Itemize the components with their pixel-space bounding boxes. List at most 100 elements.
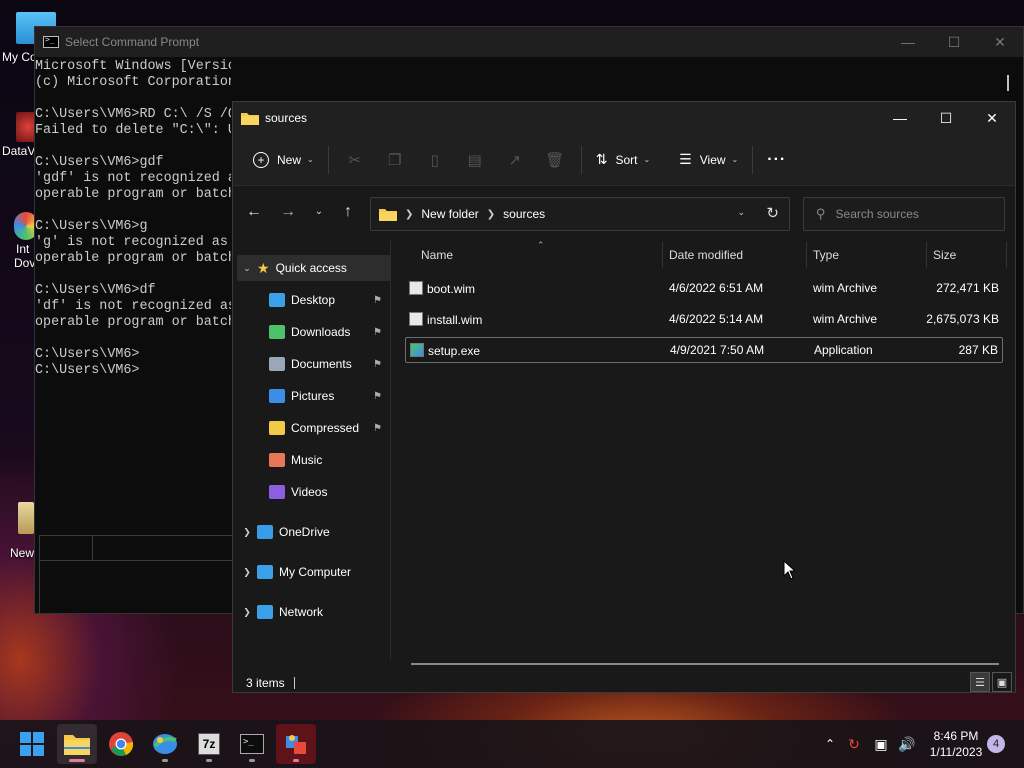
view-icon: ☰: [679, 151, 692, 167]
sort-button[interactable]: ⇅ Sort ⌄: [588, 144, 658, 176]
file-date-cell: 4/6/2022 6:51 AM: [669, 281, 764, 295]
navigation-pane: ⌄ ★ Quick access Desktop ⚑ Downloads ⚑ Docum…: [233, 240, 391, 660]
sidebar-item-label: Documents: [291, 357, 352, 371]
column-divider[interactable]: [926, 242, 927, 268]
column-divider[interactable]: [1006, 242, 1007, 268]
scrollbar-thumb[interactable]: [1007, 75, 1009, 91]
chevron-right-icon[interactable]: ❯: [237, 607, 257, 618]
breadcrumb-new-folder[interactable]: New folder: [421, 207, 478, 221]
notification-badge[interactable]: 4: [987, 735, 1005, 753]
volume-icon[interactable]: 🔊: [894, 736, 920, 753]
console-line: operable program or batch: [35, 315, 231, 330]
sidebar-item-quick-access[interactable]: ⌄ ★ Quick access: [237, 255, 391, 281]
column-divider[interactable]: [662, 242, 663, 268]
chevron-right-icon[interactable]: ❯: [237, 527, 257, 538]
horizontal-scrollbar[interactable]: [411, 663, 999, 665]
up-button[interactable]: ↑: [336, 203, 360, 225]
file-type-cell: wim Archive: [813, 312, 878, 326]
sidebar-item-label: My Computer: [279, 565, 352, 579]
sync-icon[interactable]: ↻: [840, 736, 868, 753]
new-label: New: [277, 152, 302, 167]
file-row[interactable]: setup.exe 4/9/2021 7:50 AM Application 287 …: [405, 337, 1003, 363]
console-line: C:\Users\VM6>g: [35, 219, 148, 234]
sidebar-item-documents[interactable]: Documents ⚑: [269, 351, 382, 377]
minimize-button[interactable]: —: [885, 27, 931, 57]
chevron-down-icon[interactable]: ⌄: [237, 263, 257, 274]
new-button[interactable]: + New ⌄: [245, 144, 322, 176]
paste-icon[interactable]: ▯: [415, 144, 455, 176]
7zip-icon: 7z: [198, 733, 220, 755]
tiles-view-button[interactable]: ▣: [992, 672, 1012, 692]
column-header-size[interactable]: Size: [933, 240, 956, 270]
console-output[interactable]: Microsoft Windows [Version 10.0.22000.10…: [35, 59, 231, 607]
running-indicator: [162, 759, 168, 762]
start-button[interactable]: [12, 724, 52, 764]
close-button[interactable]: ✕: [969, 102, 1015, 134]
column-header-name[interactable]: Name: [421, 240, 453, 270]
share-icon[interactable]: ↗: [495, 144, 535, 176]
sidebar-item-pictures[interactable]: Pictures ⚑: [269, 383, 382, 409]
sidebar-item-music[interactable]: Music: [269, 447, 322, 473]
cut-icon[interactable]: ✂: [335, 144, 375, 176]
sidebar-item-network[interactable]: ❯ Network: [237, 599, 323, 625]
console-line: 'df' is not recognized as: [35, 299, 231, 314]
sidebar-item-my-computer[interactable]: ❯ My Computer: [237, 559, 351, 585]
column-divider[interactable]: [806, 242, 807, 268]
file-list: Name ⌃ Date modified Type Size boot.wim 4…: [403, 240, 1011, 660]
address-dropdown-icon[interactable]: ⌄: [737, 207, 745, 218]
sidebar-item-desktop[interactable]: Desktop ⚑: [269, 287, 382, 313]
file-row[interactable]: install.wim 4/6/2022 5:14 AM wim Archive 2,…: [405, 306, 1003, 332]
sidebar-item-videos[interactable]: Videos: [269, 479, 327, 505]
breadcrumb-sources[interactable]: sources: [503, 207, 545, 221]
search-icon: ⚲: [816, 206, 826, 221]
taskbar-idm[interactable]: [145, 724, 185, 764]
chevron-up-icon[interactable]: ⌃: [820, 737, 840, 751]
address-bar[interactable]: ❯ New folder ❯ sources ⌄ ↻: [370, 197, 790, 231]
back-button[interactable]: ←: [242, 203, 266, 225]
music-icon: [269, 453, 285, 467]
running-indicator: [293, 759, 299, 762]
taskbar-file-explorer[interactable]: [57, 724, 97, 764]
minimize-button[interactable]: —: [877, 102, 923, 134]
forward-button[interactable]: →: [276, 203, 300, 225]
column-header-type[interactable]: Type: [813, 240, 839, 270]
chevron-down-icon: ⌄: [643, 155, 651, 164]
sidebar-item-compressed[interactable]: Compressed ⚑: [269, 415, 382, 441]
explorer-titlebar[interactable]: sources — ☐ ✕: [233, 102, 1015, 134]
file-explorer-window[interactable]: sources — ☐ ✕ + New ⌄ ✂ ❐ ▯ ▤ ↗ 🗑 ⇅ Sort…: [232, 101, 1016, 693]
search-box[interactable]: ⚲: [803, 197, 1005, 231]
recent-locations-button[interactable]: ⌄: [307, 206, 331, 228]
sidebar-item-onedrive[interactable]: ❯ OneDrive: [237, 519, 330, 545]
copy-icon[interactable]: ❐: [375, 144, 415, 176]
view-button[interactable]: ☰ View ⌄: [671, 144, 746, 176]
sidebar-item-downloads[interactable]: Downloads ⚑: [269, 319, 382, 345]
view-label: View: [699, 152, 726, 167]
more-button[interactable]: ···: [759, 144, 794, 176]
windows-icon: [20, 732, 44, 756]
taskbar-terminal[interactable]: >_: [232, 724, 272, 764]
file-type-cell: wim Archive: [813, 281, 878, 295]
clock[interactable]: 8:46 PM 1/11/2023: [928, 728, 984, 760]
taskbar-chrome[interactable]: [101, 724, 141, 764]
network-icon[interactable]: ▣: [868, 736, 894, 753]
details-view-button[interactable]: ☰: [970, 672, 990, 692]
search-input[interactable]: [835, 207, 986, 221]
rename-icon[interactable]: ▤: [455, 144, 495, 176]
file-row[interactable]: boot.wim 4/6/2022 6:51 AM wim Archive 272,4…: [405, 275, 1003, 301]
refresh-icon[interactable]: ↻: [766, 204, 779, 222]
chevron-right-icon[interactable]: ❯: [237, 567, 257, 578]
idm-icon: [153, 734, 177, 754]
more-icon: ···: [767, 150, 787, 168]
maximize-button[interactable]: ☐: [931, 27, 977, 57]
download-icon: [269, 325, 285, 339]
chevron-down-icon: ⌄: [731, 155, 739, 164]
column-header-date[interactable]: Date modified: [669, 240, 743, 270]
maximize-button[interactable]: ☐: [923, 102, 969, 134]
archive-icon: [409, 311, 423, 326]
cmd-titlebar[interactable]: Select Command Prompt — ☐ ✕: [35, 27, 1023, 57]
delete-icon[interactable]: 🗑: [535, 144, 575, 176]
close-button[interactable]: ✕: [977, 27, 1023, 57]
taskbar-app[interactable]: [276, 724, 316, 764]
taskbar-7zip[interactable]: 7z: [189, 724, 229, 764]
